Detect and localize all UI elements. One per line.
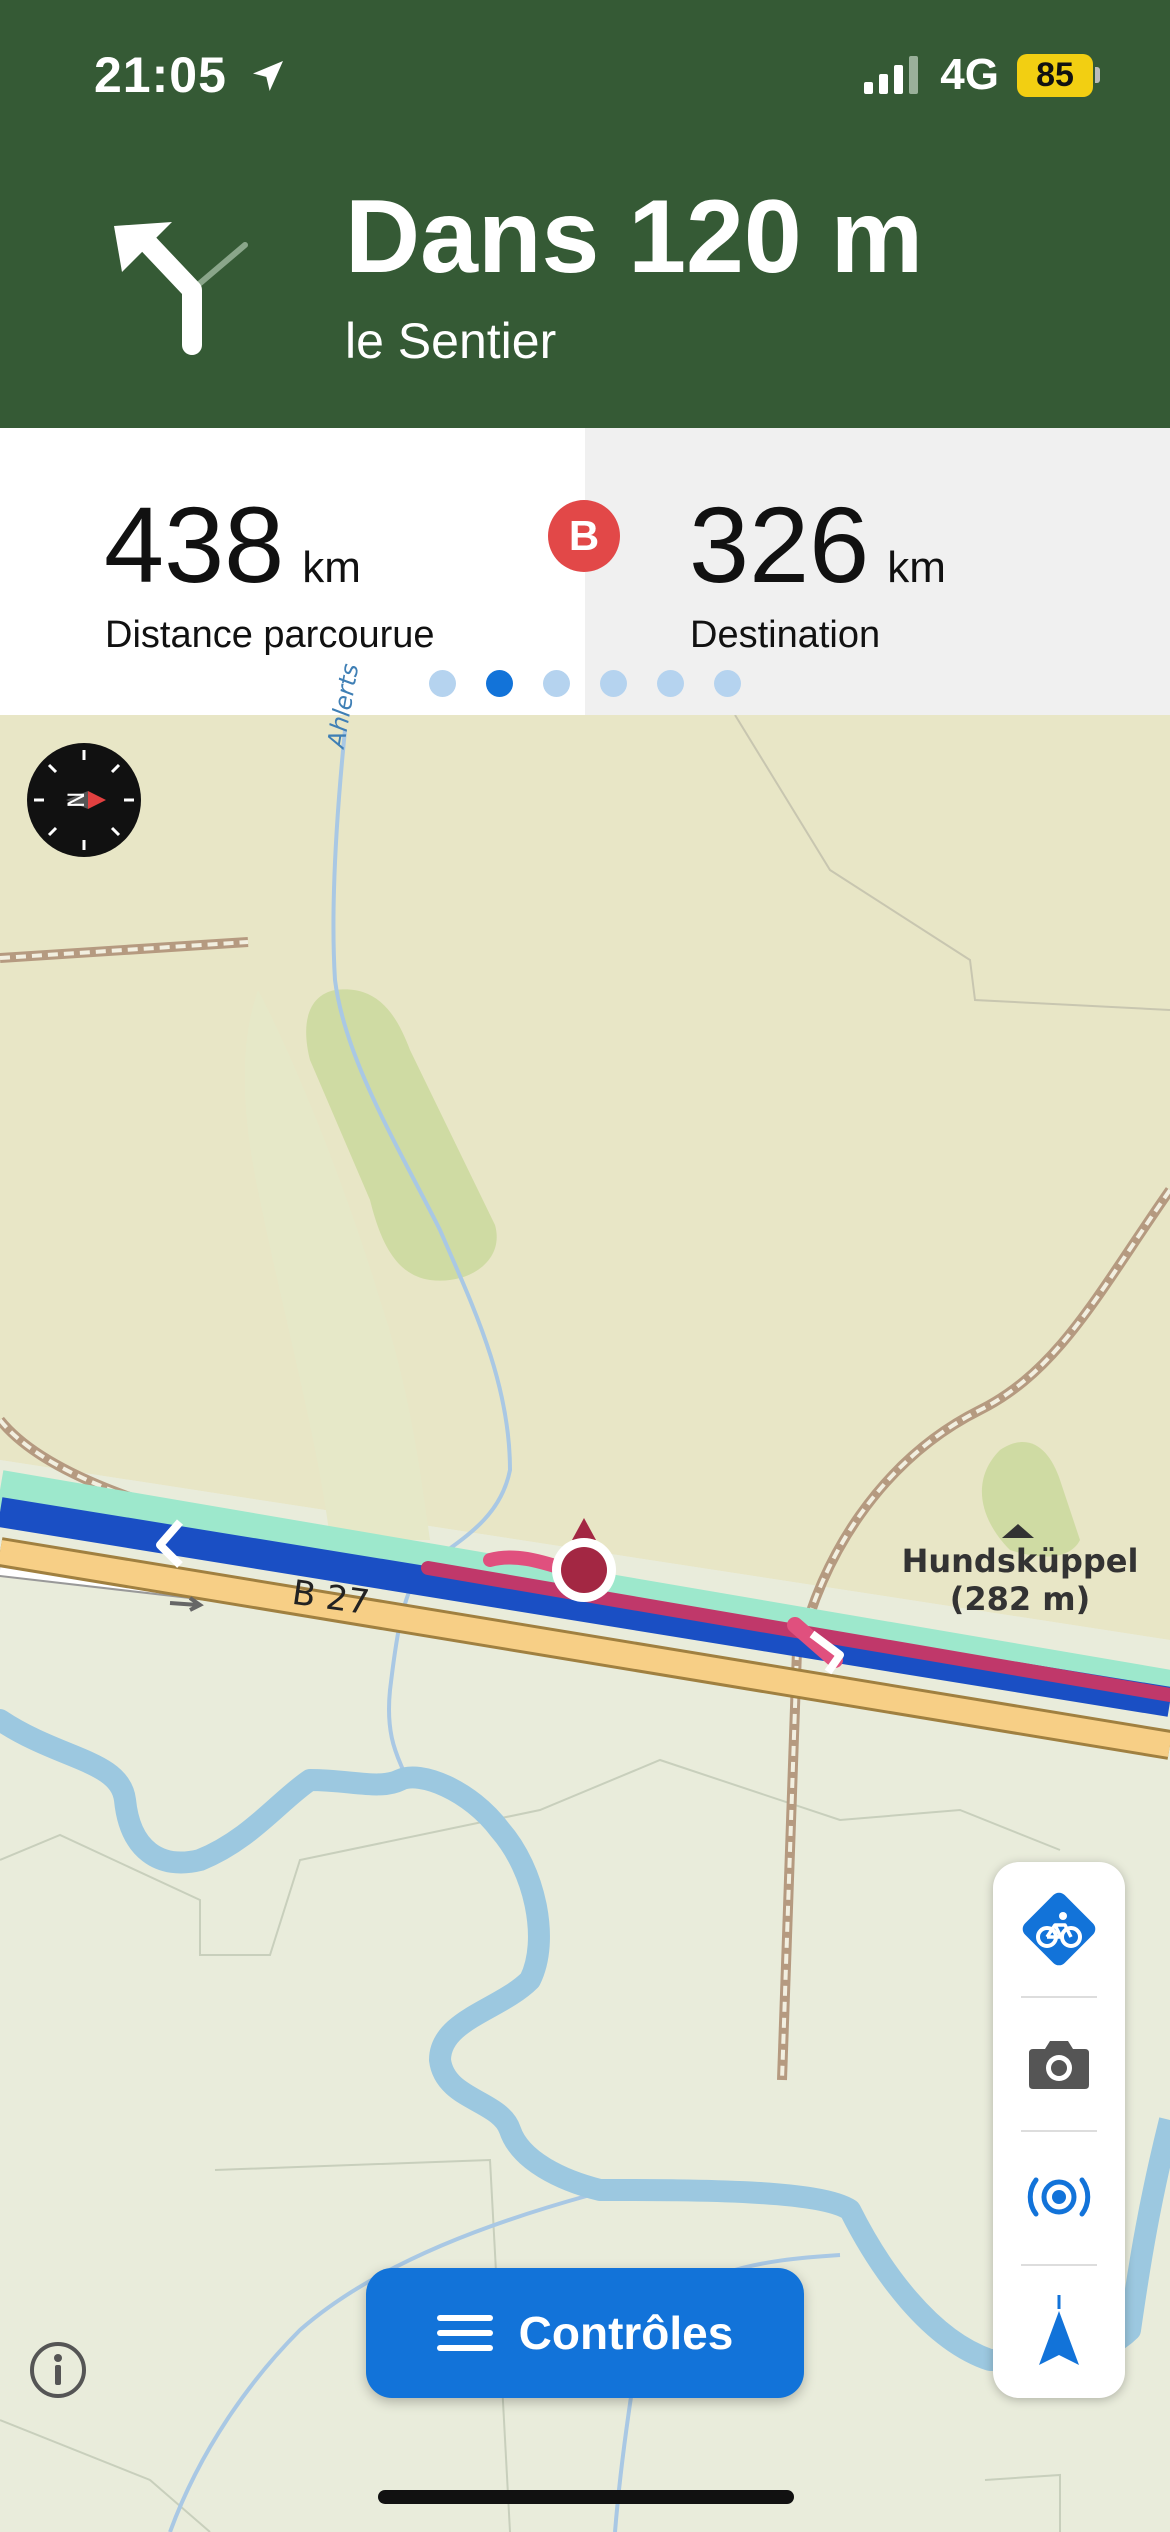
page-dot[interactable]: [714, 670, 741, 697]
navigation-arrow-icon: [1039, 2295, 1079, 2365]
status-time: 21:05: [94, 46, 288, 104]
page-indicator[interactable]: [0, 670, 1170, 697]
page-dot-active[interactable]: [486, 670, 513, 697]
distance-traveled-label: Distance parcourue: [105, 614, 435, 656]
bicycle-icon: [1022, 1892, 1096, 1966]
waypoint-b-badge: B: [548, 500, 620, 572]
time-text: 21:05: [94, 47, 227, 103]
info-icon[interactable]: [28, 2340, 88, 2400]
compass-icon[interactable]: N: [26, 742, 142, 858]
live-tracking-button[interactable]: [993, 2130, 1125, 2264]
instruction-distance: Dans 120 m: [345, 179, 924, 295]
bike-profile-button[interactable]: [993, 1862, 1125, 1996]
camera-button[interactable]: [993, 1996, 1125, 2130]
peak-elevation: (282 m): [949, 1580, 1091, 1618]
home-indicator[interactable]: [378, 2490, 794, 2504]
menu-icon: [436, 2315, 493, 2351]
traveled-unit: km: [302, 543, 361, 592]
camera-icon: [1029, 2041, 1089, 2089]
page-dot[interactable]: [657, 670, 684, 697]
turn-slight-left-icon: [114, 222, 248, 355]
battery-indicator: 85: [1017, 53, 1100, 97]
battery-nub: [1095, 67, 1100, 83]
page-dot[interactable]: [429, 670, 456, 697]
page-dot[interactable]: [543, 670, 570, 697]
page-dot[interactable]: [600, 670, 627, 697]
cell-signal-icon: [864, 56, 919, 94]
recenter-button[interactable]: [993, 2264, 1125, 2398]
controls-button[interactable]: Contrôles: [366, 2268, 804, 2398]
controls-label: Contrôles: [518, 2307, 734, 2359]
battery-level: 85: [1017, 53, 1093, 97]
destination-unit: km: [887, 543, 946, 592]
peak-name: Hundsküppel: [901, 1542, 1139, 1580]
broadcast-icon: [1027, 2177, 1091, 2217]
traveled-number: 438: [104, 484, 285, 605]
destination-label: Destination: [690, 614, 881, 656]
svg-text:N: N: [65, 792, 90, 808]
destination-number: 326: [689, 484, 870, 605]
peak-label: Hundsküppel (282 m): [890, 1542, 1150, 1618]
instruction-street: le Sentier: [345, 313, 557, 369]
status-indicators: 4G 85: [864, 50, 1100, 100]
distance-traveled-value: 438 km: [104, 490, 361, 623]
location-arrow-icon: [252, 61, 283, 91]
destination-distance-value: 326 km: [689, 490, 946, 623]
network-type: 4G: [940, 50, 999, 99]
map-side-controls: [993, 1862, 1125, 2398]
navigation-header: 21:05 4G 85 Dans 120 m le Sentier: [0, 0, 1170, 428]
